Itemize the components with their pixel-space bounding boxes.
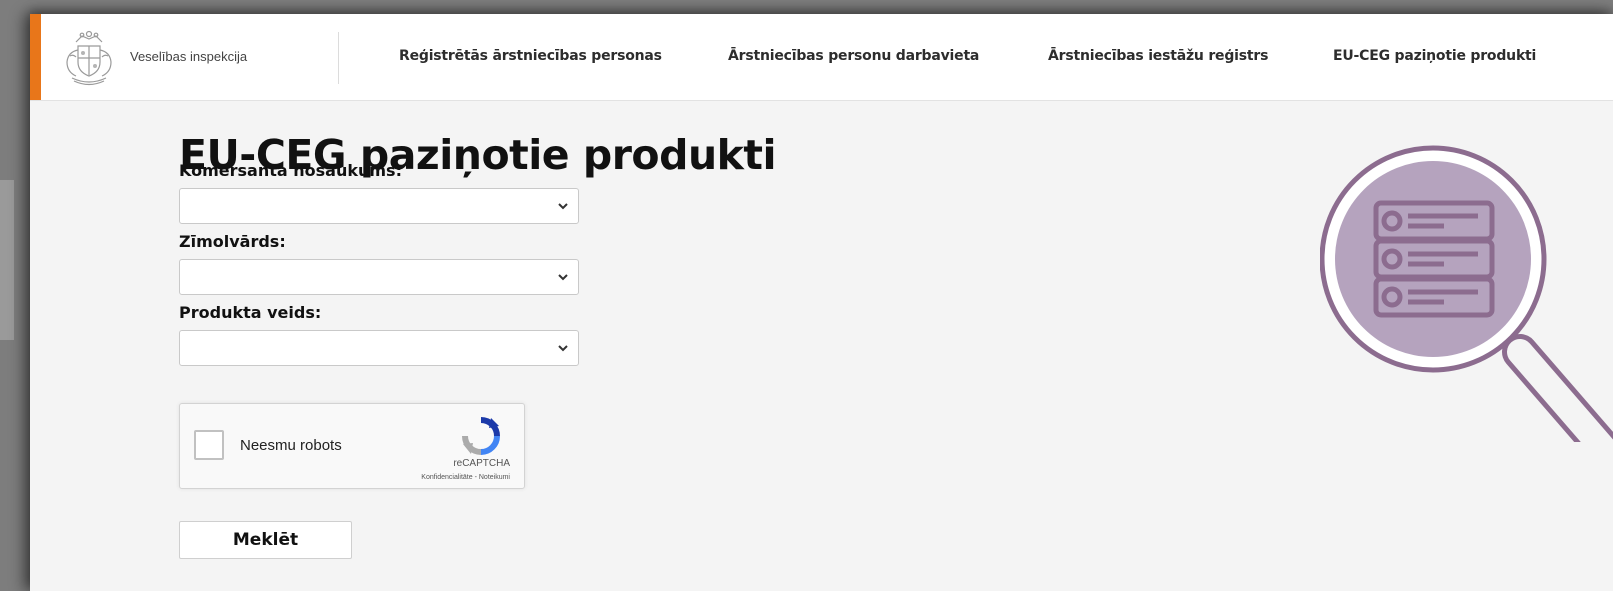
recaptcha-checkbox[interactable] — [194, 430, 224, 460]
merchant-name-select[interactable] — [179, 188, 579, 224]
recaptcha-widget: Neesmu robots reCAPTCHA Konfidencialitāt… — [179, 403, 525, 489]
database-search-icon — [1320, 145, 1613, 442]
accent-bar — [30, 14, 41, 100]
chevron-down-icon — [558, 345, 568, 352]
search-button[interactable]: Meklēt — [179, 521, 352, 559]
header-divider — [338, 32, 339, 84]
nav-institutions-register[interactable]: Ārstniecības iestāžu reģistrs — [1048, 48, 1268, 64]
brand-name[interactable]: Veselības inspekcija — [130, 49, 247, 64]
nav-registered-persons[interactable]: Reģistrētās ārstniecības personas — [399, 48, 662, 64]
coat-of-arms-logo[interactable] — [62, 28, 116, 86]
merchant-name-label: Komersanta nosaukums: — [179, 161, 402, 180]
recaptcha-icon — [462, 417, 500, 455]
background-window — [0, 180, 14, 340]
brand-name-select[interactable] — [179, 259, 579, 295]
recaptcha-brand: reCAPTCHA — [453, 458, 510, 469]
nav-eu-ceg-products[interactable]: EU-CEG paziņotie produkti — [1333, 48, 1536, 64]
chevron-down-icon — [558, 274, 568, 281]
product-type-label: Produkta veids: — [179, 303, 322, 322]
nav-persons-workplace[interactable]: Ārstniecības personu darbavieta — [728, 48, 979, 64]
recaptcha-label: Neesmu robots — [240, 437, 342, 454]
chevron-down-icon — [558, 203, 568, 210]
site-header: Veselības inspekcija Reģistrētās ārstnie… — [30, 14, 1613, 101]
brand-name-label: Zīmolvārds: — [179, 232, 286, 251]
recaptcha-links[interactable]: Konfidencialitāte - Noteikumi — [421, 474, 510, 481]
browser-page: Veselības inspekcija Reģistrētās ārstnie… — [30, 14, 1613, 591]
product-type-select[interactable] — [179, 330, 579, 366]
